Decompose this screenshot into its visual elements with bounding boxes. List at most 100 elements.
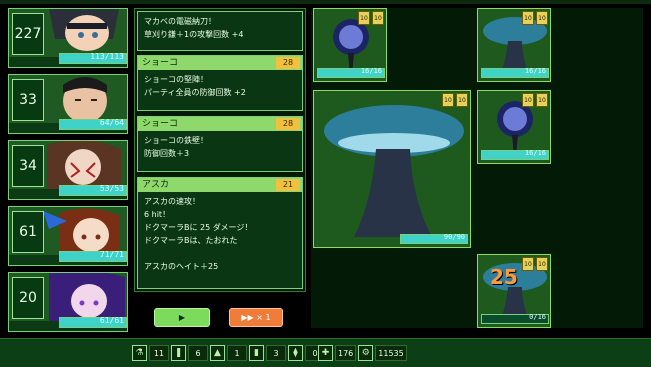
log-entry-1: マカベの電磁納刀！ 草刈り鎌＋1の攻撃回数 +4 — [137, 11, 303, 51]
item-count: 3 — [266, 345, 286, 361]
actor-number: 28 — [276, 57, 300, 69]
enemy-stats: 10 10 — [442, 93, 468, 107]
log-entry-header: ショーコ 28 — [138, 117, 302, 131]
potion-icon[interactable]: ⚗ — [132, 345, 147, 361]
enemy-hp-bar: 90/90 — [400, 233, 468, 244]
enemy-stats: 10 10 — [522, 257, 548, 271]
log-entry-body: アスカの速攻！ 6 hit！ ドクマーラBに 25 ダメージ！ ドクマーラBは、… — [138, 192, 302, 276]
actor-number: 21 — [276, 179, 300, 191]
game-screen: 227 113/113 33 64/64 34 53/53 61 71/71 2… — [0, 0, 651, 367]
party-member-1[interactable]: 227 113/113 — [8, 8, 128, 68]
item-count: 6 — [188, 345, 208, 361]
member-ct: 227 — [12, 13, 44, 55]
top-strip — [0, 0, 651, 4]
member-ct: 61 — [12, 211, 44, 253]
member-hp-bar: 64/64 — [59, 118, 127, 130]
enemy-orb-1[interactable]: 10 10 16/16 — [313, 8, 387, 82]
item-slots: ⚗ 11 ❚ 6 ▲ 1 ▮ 3 ⧫ 0 — [132, 345, 325, 361]
log-entry-body: マカベの電磁納刀！ 草刈り鎌＋1の攻撃回数 +4 — [138, 12, 302, 44]
log-line: 6 hit！ — [144, 210, 171, 219]
resource-slots: ✚ 176 ⚙ 11535 — [318, 345, 407, 361]
enemy-mushroom-large-art — [314, 91, 470, 247]
resource-count: 176 — [335, 345, 357, 361]
enemy-hp-bar: 0/16 — [481, 313, 549, 324]
actor-name: アスカ — [142, 180, 170, 190]
log-line: マカベの電磁納刀！ — [144, 17, 216, 26]
bottle-icon[interactable]: ❚ — [171, 345, 186, 361]
enemy-hp-text: 16/16 — [524, 149, 546, 157]
stat-attack: 10 — [522, 93, 534, 107]
member-hp-text: 53/53 — [99, 184, 124, 193]
enemy-hp-bar: 16/16 — [317, 67, 385, 78]
log-entry-header: ショーコ 28 — [138, 56, 302, 70]
actor-name: ショーコ — [142, 58, 179, 68]
log-line: パーティ全員の防御回数 +2 — [144, 88, 246, 97]
enemy-field: 10 10 16/16 10 10 16/16 10 10 90/90 10 1… — [311, 8, 643, 328]
member-hp-text: 71/71 — [99, 250, 124, 259]
log-line: アスカのヘイト＋25 — [144, 262, 219, 271]
enemy-mushroom-small-2[interactable]: 10 10 25 0/16 — [477, 254, 551, 328]
actor-number: 28 — [276, 118, 300, 130]
party-member-2[interactable]: 33 64/64 — [8, 74, 128, 134]
enemy-hp-bar: 16/16 — [481, 149, 549, 160]
member-hp-bar: 61/61 — [59, 316, 127, 328]
member-hp-bar: 71/71 — [59, 250, 127, 262]
stat-defense: 10 — [536, 11, 548, 25]
enemy-hp-text: 16/16 — [524, 67, 546, 75]
log-entry-header: アスカ 21 — [138, 178, 302, 192]
member-hp-text: 113/113 — [90, 52, 124, 61]
enemy-stats: 10 10 — [358, 11, 384, 25]
log-line: アスカの速攻！ — [144, 197, 200, 206]
enemy-orb-2[interactable]: 10 10 16/16 — [477, 90, 551, 164]
damage-number: 25 — [490, 265, 518, 289]
member-ct: 33 — [12, 79, 44, 121]
item-count: 1 — [227, 345, 247, 361]
gear-icon[interactable]: ⚙ — [358, 345, 374, 361]
stat-attack: 10 — [522, 257, 534, 271]
fast-forward-button[interactable]: ▶▶ × 1 — [229, 308, 283, 327]
stat-attack: 10 — [522, 11, 534, 25]
resource-count: 11535 — [375, 345, 407, 361]
enemy-hp-text: 16/16 — [360, 67, 382, 75]
stat-defense: 10 — [372, 11, 384, 25]
member-hp-text: 61/61 — [99, 316, 124, 325]
log-line: ドクマーラBは、たおれた — [144, 236, 238, 245]
log-line: ドクマーラBに 25 ダメージ！ — [144, 223, 253, 232]
log-entry-3: ショーコ 28 ショーコの鉄壁！ 防御回数＋3 — [137, 116, 303, 172]
kit-icon[interactable]: ✚ — [318, 345, 333, 361]
inventory-bar: ⚗ 11 ❚ 6 ▲ 1 ▮ 3 ⧫ 0 ✚ 176 ⚙ 11535 — [0, 338, 651, 367]
stat-attack: 10 — [442, 93, 454, 107]
log-line: ショーコの堅陣！ — [144, 75, 208, 84]
log-line: 防御回数＋3 — [144, 149, 190, 158]
log-entry-4: アスカ 21 アスカの速攻！ 6 hit！ ドクマーラBに 25 ダメージ！ ドク… — [137, 177, 303, 289]
enemy-hp-text: 0/16 — [529, 313, 546, 321]
enemy-stats: 10 10 — [522, 11, 548, 25]
stat-defense: 10 — [456, 93, 468, 107]
member-hp-bar: 113/113 — [59, 52, 127, 64]
stat-defense: 10 — [536, 93, 548, 107]
stat-attack: 10 — [358, 11, 370, 25]
enemy-stats: 10 10 — [522, 93, 548, 107]
play-button[interactable]: ▶ — [154, 308, 210, 327]
member-hp-bar: 53/53 — [59, 184, 127, 196]
party-member-5[interactable]: 20 61/61 — [8, 272, 128, 332]
stat-defense: 10 — [536, 257, 548, 271]
log-entry-2: ショーコ 28 ショーコの堅陣！ パーティ全員の防御回数 +2 — [137, 55, 303, 111]
member-hp-text: 64/64 — [99, 118, 124, 127]
lamp-icon[interactable]: ▲ — [210, 345, 225, 361]
battery-icon[interactable]: ▮ — [249, 345, 264, 361]
log-line: 草刈り鎌＋1の攻撃回数 +4 — [144, 30, 244, 39]
item-count: 11 — [149, 345, 169, 361]
party-member-4[interactable]: 61 71/71 — [8, 206, 128, 266]
enemy-hp-bar: 16/16 — [481, 67, 549, 78]
vial-icon[interactable]: ⧫ — [288, 345, 303, 361]
enemy-mushroom-large[interactable]: 10 10 90/90 — [313, 90, 471, 248]
party-member-3[interactable]: 34 53/53 — [8, 140, 128, 200]
battle-log[interactable]: マカベの電磁納刀！ 草刈り鎌＋1の攻撃回数 +4 ショーコ 28 ショーコの堅陣！… — [134, 8, 306, 292]
log-line: ショーコの鉄壁！ — [144, 136, 208, 145]
enemy-mushroom-small-1[interactable]: 10 10 16/16 — [477, 8, 551, 82]
log-entry-body: ショーコの堅陣！ パーティ全員の防御回数 +2 — [138, 70, 302, 102]
enemy-hp-text: 90/90 — [443, 233, 465, 241]
member-ct: 20 — [12, 277, 44, 319]
